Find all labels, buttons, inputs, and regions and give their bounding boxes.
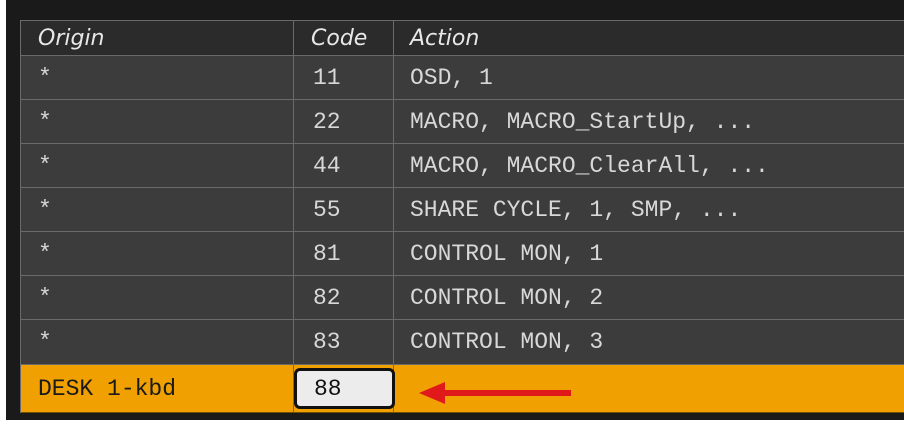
column-header-action[interactable]: Action: [394, 21, 904, 56]
column-header-origin[interactable]: Origin: [21, 21, 294, 56]
action-cell[interactable]: CONTROL MON, 3: [394, 320, 904, 365]
table-row[interactable]: * 55 SHARE CYCLE, 1, SMP, ...: [21, 188, 904, 232]
table-header: Origin Code Action: [21, 21, 904, 56]
code-cell[interactable]: 82: [294, 276, 394, 320]
table-row[interactable]: * 83 CONTROL MON, 3: [21, 320, 904, 365]
origin-cell[interactable]: *: [21, 56, 294, 100]
table-row[interactable]: * 81 CONTROL MON, 1: [21, 232, 904, 276]
red-arrow-left-icon: [419, 382, 571, 404]
action-cell[interactable]: CONTROL MON, 1: [394, 232, 904, 276]
origin-cell[interactable]: *: [21, 100, 294, 144]
keyboard-action-table: Origin Code Action * 11 OSD, 1 * 22 MACR…: [20, 20, 904, 413]
table-row[interactable]: * 44 MACRO, MACRO_ClearAll, ...: [21, 144, 904, 188]
action-cell[interactable]: MACRO, MACRO_ClearAll, ...: [394, 144, 904, 188]
action-cell[interactable]: MACRO, MACRO_StartUp, ...: [394, 100, 904, 144]
action-cell[interactable]: OSD, 1: [394, 56, 904, 100]
origin-cell[interactable]: DESK 1-kbd: [21, 365, 294, 413]
table-row[interactable]: * 11 OSD, 1: [21, 56, 904, 100]
code-cell[interactable]: 83: [294, 320, 394, 365]
origin-cell[interactable]: *: [21, 320, 294, 365]
code-cell[interactable]: 81: [294, 232, 394, 276]
action-cell[interactable]: SHARE CYCLE, 1, SMP, ...: [394, 188, 904, 232]
action-cell[interactable]: CONTROL MON, 2: [394, 276, 904, 320]
column-header-code[interactable]: Code: [294, 21, 394, 56]
table-row[interactable]: * 22 MACRO, MACRO_StartUp, ...: [21, 100, 904, 144]
origin-cell[interactable]: *: [21, 276, 294, 320]
code-cell[interactable]: 11: [294, 56, 394, 100]
code-cell[interactable]: 44: [294, 144, 394, 188]
origin-cell[interactable]: *: [21, 144, 294, 188]
code-edit-field[interactable]: 88: [294, 368, 395, 409]
origin-cell[interactable]: *: [21, 232, 294, 276]
table-row[interactable]: * 82 CONTROL MON, 2: [21, 276, 904, 320]
code-cell[interactable]: 55: [294, 188, 394, 232]
code-cell[interactable]: 22: [294, 100, 394, 144]
origin-cell[interactable]: *: [21, 188, 294, 232]
